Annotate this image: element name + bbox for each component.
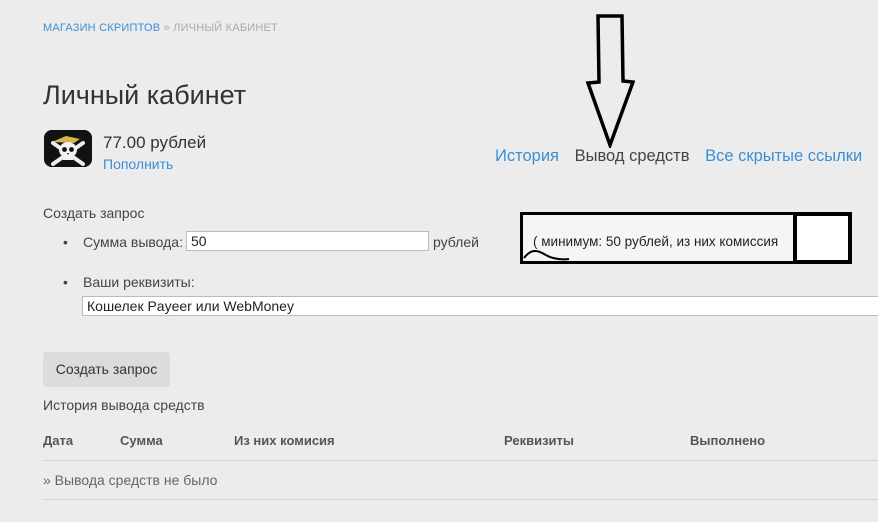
amount-label: Сумма вывода: — [63, 234, 183, 250]
arrow-down-icon — [585, 14, 635, 148]
breadcrumb-store-link[interactable]: МАГАЗИН СКРИПТОВ — [43, 22, 160, 34]
topup-link[interactable]: Пополнить — [103, 156, 173, 172]
column-commission: Из них комисия — [234, 433, 335, 448]
requisites-input[interactable] — [82, 296, 878, 316]
tab-history[interactable]: История — [495, 147, 559, 165]
amount-unit: рублей — [433, 234, 479, 250]
account-tabs: История Вывод средств Все скрытые ссылки — [495, 147, 873, 166]
tab-withdrawal[interactable]: Вывод средств — [575, 147, 690, 165]
empty-history-row: » Вывода средств не было — [43, 472, 218, 488]
page-title: Личный кабинет — [43, 80, 247, 110]
column-completed: Выполнено — [690, 433, 766, 448]
balance-amount: 77.00 рублей — [103, 133, 207, 152]
scribble-icon — [523, 249, 570, 261]
breadcrumb-separator: » — [163, 22, 170, 34]
tab-hidden-links[interactable]: Все скрытые ссылки — [705, 147, 862, 165]
column-requisites: Реквизиты — [504, 433, 574, 448]
table-divider — [43, 460, 878, 461]
skull-crossbones-icon — [44, 130, 92, 167]
amount-input[interactable] — [186, 231, 429, 251]
avatar — [44, 130, 92, 167]
history-heading: История вывода средств — [43, 397, 205, 413]
table-divider-bottom — [43, 499, 878, 500]
column-amount: Сумма — [120, 433, 163, 448]
requisites-label: Ваши реквизиты: — [63, 274, 195, 290]
create-request-heading: Создать запрос — [43, 205, 145, 221]
breadcrumb-current: ЛИЧНЫЙ КАБИНЕТ — [173, 22, 278, 34]
redaction-box — [793, 212, 852, 264]
breadcrumb: МАГАЗИН СКРИПТОВ » ЛИЧНЫЙ КАБИНЕТ — [43, 22, 278, 34]
create-request-button[interactable]: Создать запрос — [43, 352, 170, 387]
column-date: Дата — [43, 433, 74, 448]
